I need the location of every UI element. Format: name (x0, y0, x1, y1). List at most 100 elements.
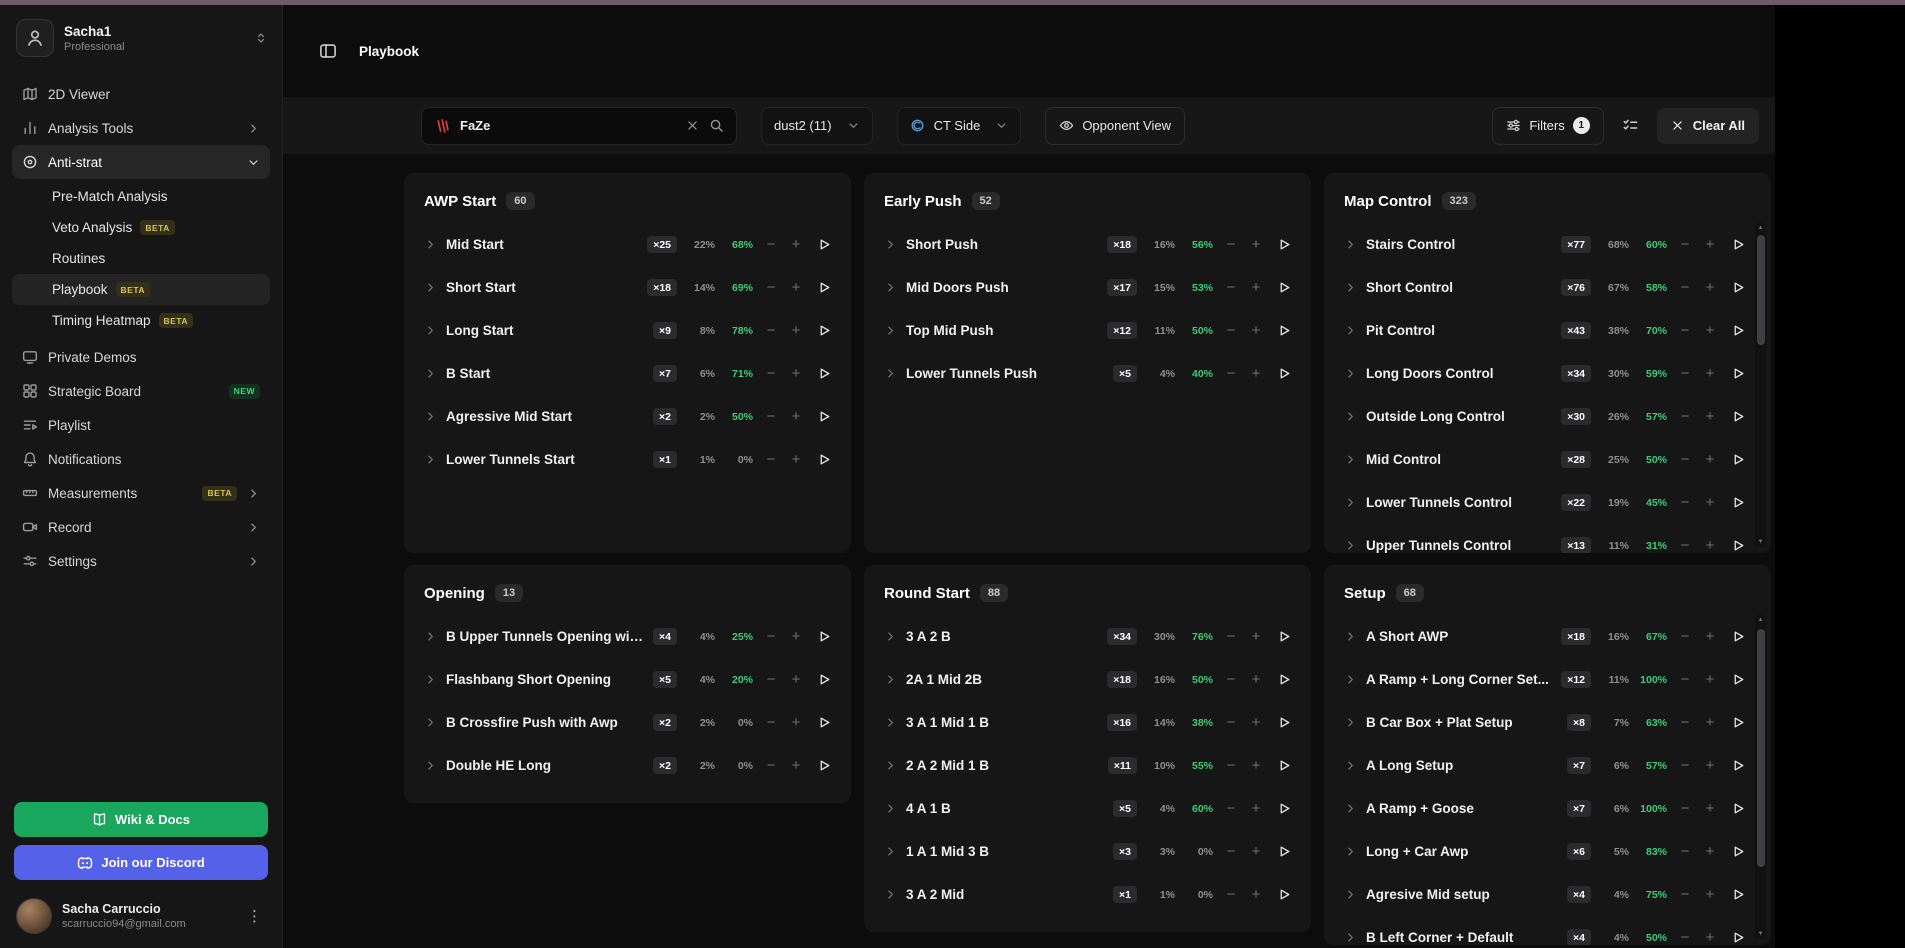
play-strategy-button[interactable] (1730, 801, 1745, 816)
expand-chevron-icon[interactable] (424, 453, 438, 466)
expand-chevron-icon[interactable] (884, 802, 898, 815)
expand-chevron-icon[interactable] (424, 238, 438, 251)
scroll-down-arrow-icon[interactable]: ▼ (1755, 537, 1766, 547)
play-strategy-button[interactable] (1276, 715, 1291, 730)
expand-chevron-icon[interactable] (1344, 845, 1358, 858)
decrement-button[interactable]: − (1678, 451, 1692, 468)
expand-chevron-icon[interactable] (1344, 931, 1358, 944)
expand-chevron-icon[interactable] (1344, 324, 1358, 337)
increment-button[interactable]: + (1703, 236, 1717, 253)
play-strategy-button[interactable] (1276, 801, 1291, 816)
decrement-button[interactable]: − (1224, 714, 1238, 731)
expand-chevron-icon[interactable] (884, 281, 898, 294)
increment-button[interactable]: + (1703, 800, 1717, 817)
increment-button[interactable]: + (1249, 671, 1263, 688)
play-strategy-button[interactable] (1730, 930, 1745, 945)
expand-chevron-icon[interactable] (1344, 281, 1358, 294)
strategy-row[interactable]: Lower Tunnels Control×2219%45%−+ (1344, 481, 1745, 524)
increment-button[interactable]: + (1703, 365, 1717, 382)
increment-button[interactable]: + (1703, 537, 1717, 553)
strategy-row[interactable]: Agresive Mid setup×44%75%−+ (1344, 873, 1745, 916)
decrement-button[interactable]: − (764, 757, 778, 774)
sidebar-subitem-pre-match-analysis[interactable]: Pre-Match Analysis (12, 181, 270, 212)
strategy-row[interactable]: Long + Car Awp×65%83%−+ (1344, 830, 1745, 873)
decrement-button[interactable]: − (764, 451, 778, 468)
decrement-button[interactable]: − (1678, 537, 1692, 553)
strategy-row[interactable]: Short Control×7667%58%−+ (1344, 266, 1745, 309)
expand-chevron-icon[interactable] (884, 888, 898, 901)
expand-chevron-icon[interactable] (884, 845, 898, 858)
strategy-row[interactable]: 2A 1 Mid 2B×1816%50%−+ (884, 658, 1291, 701)
expand-chevron-icon[interactable] (1344, 630, 1358, 643)
filters-button[interactable]: Filters 1 (1492, 107, 1603, 145)
expand-chevron-icon[interactable] (1344, 496, 1358, 509)
increment-button[interactable]: + (789, 628, 803, 645)
increment-button[interactable]: + (789, 365, 803, 382)
increment-button[interactable]: + (1703, 843, 1717, 860)
clear-search-icon[interactable] (686, 119, 699, 132)
decrement-button[interactable]: − (1678, 886, 1692, 903)
strategy-row[interactable]: Outside Long Control×3026%57%−+ (1344, 395, 1745, 438)
sidebar-item-record[interactable]: Record (12, 510, 270, 544)
strategy-row[interactable]: A Long Setup×76%57%−+ (1344, 744, 1745, 787)
play-strategy-button[interactable] (816, 280, 831, 295)
decrement-button[interactable]: − (1678, 714, 1692, 731)
decrement-button[interactable]: − (1224, 671, 1238, 688)
increment-button[interactable]: + (1249, 843, 1263, 860)
account-row[interactable]: Sacha Carruccio scarruccio94@gmail.com ⋮ (14, 888, 268, 948)
decrement-button[interactable]: − (764, 279, 778, 296)
decrement-button[interactable]: − (1678, 236, 1692, 253)
increment-button[interactable]: + (1703, 714, 1717, 731)
play-strategy-button[interactable] (1276, 280, 1291, 295)
strategy-row[interactable]: A Short AWP×1816%67%−+ (1344, 615, 1745, 658)
decrement-button[interactable]: − (764, 236, 778, 253)
strategy-row[interactable]: Short Push×1816%56%−+ (884, 223, 1291, 266)
decrement-button[interactable]: − (1224, 843, 1238, 860)
strategy-row[interactable]: Long Start×98%78%−+ (424, 309, 831, 352)
expand-chevron-icon[interactable] (1344, 716, 1358, 729)
expand-chevron-icon[interactable] (1344, 539, 1358, 552)
strategy-row[interactable]: 3 A 2 B×3430%76%−+ (884, 615, 1291, 658)
play-strategy-button[interactable] (1276, 672, 1291, 687)
decrement-button[interactable]: − (1678, 671, 1692, 688)
strategy-row[interactable]: 3 A 2 Mid×11%0%−+ (884, 873, 1291, 916)
play-strategy-button[interactable] (1730, 758, 1745, 773)
play-strategy-button[interactable] (1730, 844, 1745, 859)
discord-button[interactable]: Join our Discord (14, 845, 268, 880)
search-icon[interactable] (709, 118, 724, 133)
sidebar-item-playlist[interactable]: Playlist (12, 408, 270, 442)
expand-chevron-icon[interactable] (1344, 673, 1358, 686)
play-strategy-button[interactable] (816, 237, 831, 252)
strategy-row[interactable]: Lower Tunnels Start×11%0%−+ (424, 438, 831, 481)
decrement-button[interactable]: − (764, 322, 778, 339)
decrement-button[interactable]: − (764, 365, 778, 382)
expand-chevron-icon[interactable] (424, 367, 438, 380)
increment-button[interactable]: + (1249, 365, 1263, 382)
decrement-button[interactable]: − (764, 714, 778, 731)
decrement-button[interactable]: − (1224, 236, 1238, 253)
decrement-button[interactable]: − (1678, 408, 1692, 425)
expand-chevron-icon[interactable] (1344, 888, 1358, 901)
scrollbar-thumb[interactable] (1757, 235, 1765, 345)
decrement-button[interactable]: − (1224, 365, 1238, 382)
increment-button[interactable]: + (1703, 671, 1717, 688)
decrement-button[interactable]: − (1678, 628, 1692, 645)
strategy-row[interactable]: Long Doors Control×3430%59%−+ (1344, 352, 1745, 395)
expand-chevron-icon[interactable] (884, 367, 898, 380)
play-strategy-button[interactable] (1730, 280, 1745, 295)
increment-button[interactable]: + (789, 451, 803, 468)
strategy-row[interactable]: Short Start×1814%69%−+ (424, 266, 831, 309)
play-strategy-button[interactable] (1276, 844, 1291, 859)
decrement-button[interactable]: − (1224, 886, 1238, 903)
strategy-row[interactable]: Agressive Mid Start×22%50%−+ (424, 395, 831, 438)
team-search-input[interactable]: FaZe (421, 107, 737, 145)
increment-button[interactable]: + (1703, 408, 1717, 425)
increment-button[interactable]: + (1703, 929, 1717, 945)
decrement-button[interactable]: − (764, 408, 778, 425)
play-strategy-button[interactable] (816, 629, 831, 644)
strategy-row[interactable]: B Left Corner + Default×44%50%−+ (1344, 916, 1745, 945)
decrement-button[interactable]: − (1678, 929, 1692, 945)
sidebar-item-analysis-tools[interactable]: Analysis Tools (12, 111, 270, 145)
play-strategy-button[interactable] (1730, 629, 1745, 644)
increment-button[interactable]: + (1249, 628, 1263, 645)
